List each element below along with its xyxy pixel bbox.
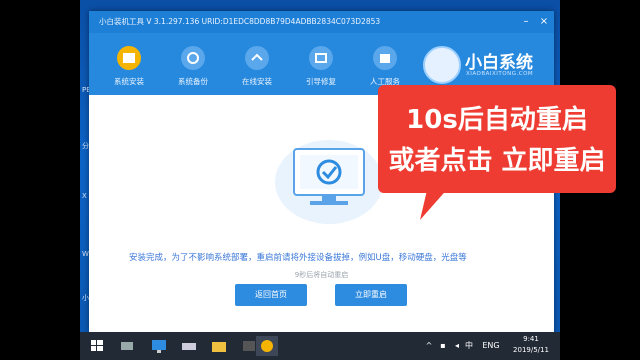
ime-indicator[interactable]: 中 bbox=[464, 341, 474, 351]
windows-icon bbox=[91, 340, 103, 351]
completion-message: 安装完成，为了不影响系统部署，重启前请将外接设备拔掉，例如U盘，移动硬盘，光盘等 bbox=[129, 253, 467, 263]
callout-annotation: 10s后自动重启 或者点击 立即重启 bbox=[378, 85, 616, 193]
brand-name: 小白系统 bbox=[465, 53, 533, 73]
tab-boot-repair[interactable]: 引导修复 bbox=[289, 33, 353, 95]
tab-label: 系统安装 bbox=[114, 77, 144, 86]
tab-system-backup[interactable]: 系统备份 bbox=[161, 33, 225, 95]
callout-tail bbox=[420, 186, 450, 220]
tab-label: 在线安装 bbox=[242, 77, 272, 86]
globe-icon bbox=[423, 46, 461, 84]
tab-label: 系统备份 bbox=[178, 77, 208, 86]
time: 9:41 bbox=[523, 335, 539, 343]
minimize-button[interactable]: – bbox=[519, 15, 533, 29]
install-icon bbox=[117, 46, 141, 70]
brand-subtitle: XIAOBAIXITONG.COM bbox=[466, 71, 534, 77]
start-button[interactable] bbox=[86, 336, 108, 356]
back-home-button[interactable]: 返回首页 bbox=[235, 284, 307, 306]
language-indicator[interactable]: ENG bbox=[480, 341, 502, 351]
callout-line-2: 或者点击 立即重启 bbox=[388, 146, 606, 176]
repair-icon bbox=[309, 46, 333, 70]
taskbar: ^ ▪ ◂ 中 ENG 9:41 2019/5/11 bbox=[80, 332, 560, 360]
service-icon bbox=[373, 46, 397, 70]
brand-logo: 小白系统 XIAOBAIXITONG.COM bbox=[423, 42, 543, 88]
drive-icon bbox=[182, 343, 196, 350]
volume-icon[interactable]: ◂ bbox=[452, 341, 462, 351]
restart-now-button[interactable]: 立即重启 bbox=[335, 284, 407, 306]
callout-line-1: 10s后自动重启 bbox=[406, 105, 588, 135]
system-tray: ^ ▪ ◂ 中 ENG 9:41 2019/5/11 bbox=[424, 332, 554, 360]
tab-online-install[interactable]: 在线安装 bbox=[225, 33, 289, 95]
chip-icon bbox=[121, 342, 133, 350]
arrow-up-icon[interactable]: ^ bbox=[424, 341, 434, 351]
taskbar-app-chip[interactable] bbox=[116, 336, 138, 356]
taskbar-app-computer[interactable] bbox=[148, 336, 170, 356]
title-bar[interactable]: 小白装机工具 V 3.1.297.136 URID:D1EDC8DD8B79D4… bbox=[89, 11, 554, 33]
taskbar-app-drive[interactable] bbox=[178, 336, 200, 356]
date: 2019/5/11 bbox=[513, 346, 549, 354]
taskbar-app-folder[interactable] bbox=[208, 336, 230, 356]
backup-icon bbox=[181, 46, 205, 70]
window-title: 小白装机工具 V 3.1.297.136 URID:D1EDC8DD8B79D4… bbox=[99, 17, 381, 26]
countdown-text: 9秒后将自动重启 bbox=[294, 271, 349, 279]
clock[interactable]: 9:41 2019/5/11 bbox=[508, 334, 554, 356]
taskbar-app-installer[interactable] bbox=[256, 336, 278, 356]
installer-icon bbox=[261, 340, 273, 352]
monitor-check-icon bbox=[264, 127, 394, 227]
folder-icon bbox=[212, 342, 226, 352]
computer-icon bbox=[152, 340, 166, 353]
close-button[interactable]: × bbox=[537, 15, 551, 29]
tab-label: 引导修复 bbox=[306, 77, 336, 86]
online-icon bbox=[245, 46, 269, 70]
network-icon[interactable]: ▪ bbox=[438, 341, 448, 351]
tab-system-install[interactable]: 系统安装 bbox=[97, 33, 161, 95]
